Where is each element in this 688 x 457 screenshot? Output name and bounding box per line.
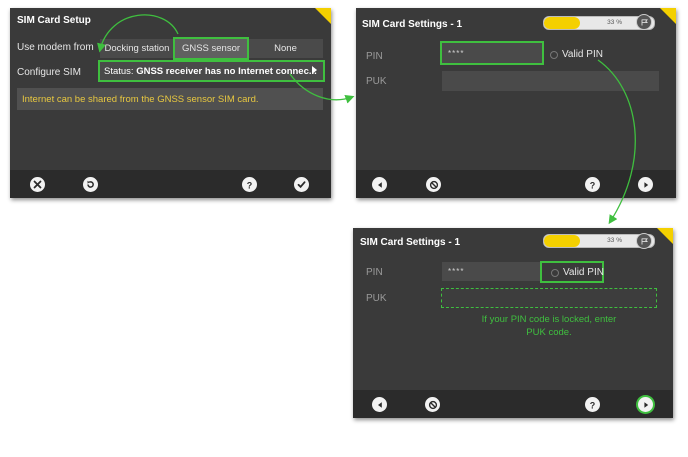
use-modem-label: Use modem from xyxy=(17,42,94,53)
cancel-icon[interactable] xyxy=(30,177,45,192)
confirm-icon[interactable] xyxy=(294,177,309,192)
back-icon[interactable] xyxy=(372,177,387,192)
next-icon[interactable] xyxy=(638,397,653,412)
panel-title: SIM Card Settings - 1 xyxy=(360,237,461,248)
back-icon[interactable] xyxy=(372,397,387,412)
pin-label: PIN xyxy=(366,51,383,62)
next-icon[interactable] xyxy=(638,177,653,192)
help-icon[interactable]: ? xyxy=(585,397,600,412)
reset-icon[interactable] xyxy=(83,177,98,192)
svg-text:?: ? xyxy=(247,180,253,190)
gnss-sensor-highlight xyxy=(173,37,249,60)
corner-marker xyxy=(660,8,676,24)
valid-pin-label: Valid PIN xyxy=(562,49,603,60)
valid-pin-indicator xyxy=(550,51,558,59)
help-icon[interactable]: ? xyxy=(242,177,257,192)
pin-label: PIN xyxy=(366,267,383,278)
panel-title: SIM Card Settings - 1 xyxy=(362,19,463,30)
pin-field[interactable]: **** xyxy=(442,262,542,281)
svg-text:?: ? xyxy=(590,400,596,410)
progress-label: 33 % xyxy=(607,237,622,244)
info-banner: Internet can be shared from the GNSS sen… xyxy=(17,88,323,110)
corner-marker xyxy=(657,228,673,244)
modem-option-none[interactable]: None xyxy=(248,39,323,58)
button-bar: ? xyxy=(10,170,331,198)
puk-hint-line2: PUK code. xyxy=(526,327,572,338)
valid-pin-indicator xyxy=(551,269,559,277)
modem-option-docking-station[interactable]: Docking station xyxy=(100,39,175,58)
corner-marker xyxy=(315,8,331,24)
progress-fill xyxy=(544,17,581,29)
cancel-icon[interactable] xyxy=(425,397,440,412)
flag-icon xyxy=(636,233,652,249)
progress-fill xyxy=(544,235,581,247)
configure-sim-highlight xyxy=(98,60,325,82)
configure-sim-label: Configure SIM xyxy=(17,67,81,78)
panel-title: SIM Card Setup xyxy=(17,15,91,26)
sim-settings-panel-2: SIM Card Settings - 1 33 % PIN **** Vali… xyxy=(353,228,673,418)
svg-text:?: ? xyxy=(590,180,596,190)
puk-label: PUK xyxy=(366,76,387,87)
valid-pin-label: Valid PIN xyxy=(563,267,604,278)
puk-field-highlight xyxy=(441,288,657,308)
progress-label: 33 % xyxy=(607,19,622,26)
flag-icon xyxy=(636,14,652,30)
help-icon[interactable]: ? xyxy=(585,177,600,192)
puk-label: PUK xyxy=(366,293,387,304)
puk-hint-note: If your PIN code is locked, enter PUK co… xyxy=(442,313,656,339)
sim-setup-panel: SIM Card Setup Use modem from Docking st… xyxy=(10,8,331,198)
pin-field-highlight xyxy=(440,41,544,65)
puk-hint-line1: If your PIN code is locked, enter xyxy=(481,314,617,325)
button-bar: ? xyxy=(356,170,676,198)
cancel-icon[interactable] xyxy=(426,177,441,192)
puk-field[interactable] xyxy=(442,71,659,91)
info-text: Internet can be shared from the GNSS sen… xyxy=(22,93,259,105)
button-bar: ? xyxy=(353,390,673,418)
sim-settings-panel-1: SIM Card Settings - 1 33 % PIN **** Vali… xyxy=(356,8,676,198)
